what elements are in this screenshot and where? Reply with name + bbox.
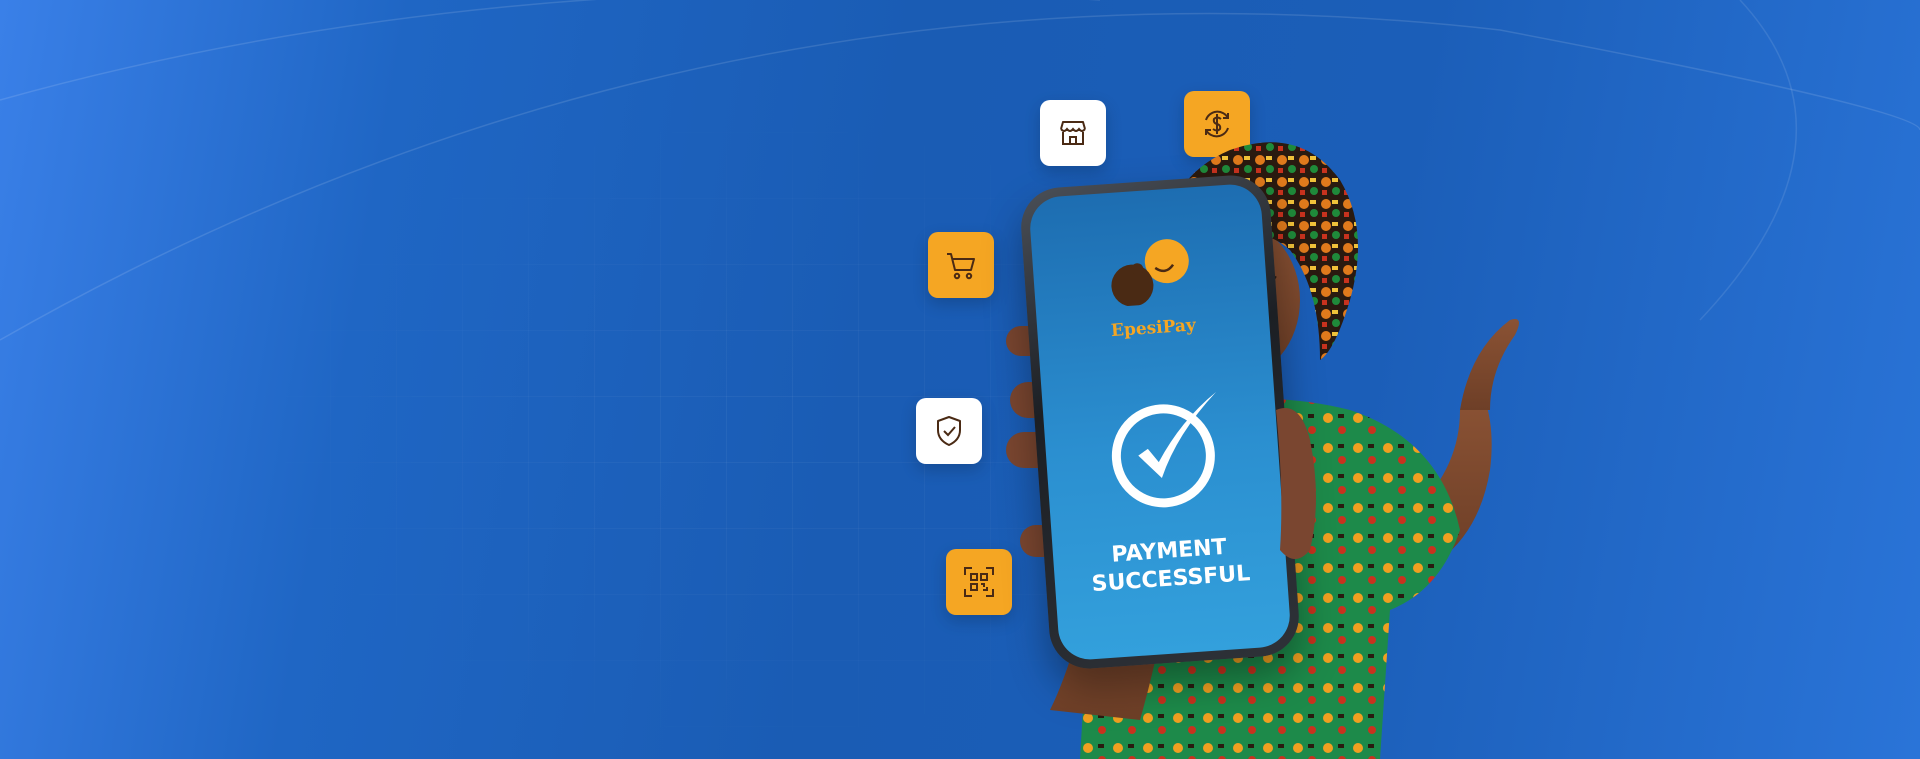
shopping-cart-tile — [928, 232, 994, 298]
checkmark-icon — [1111, 392, 1217, 508]
shield-tile — [916, 398, 982, 464]
hero-banner: EpesiPay PAYMENT SUCCESSFUL — [0, 0, 1920, 759]
phone-screen: EpesiPay PAYMENT SUCCESSFUL — [1028, 182, 1292, 662]
phone-mockup: EpesiPay PAYMENT SUCCESSFUL — [1018, 172, 1302, 672]
shield-check-icon — [937, 416, 961, 446]
epesipay-logo-icon — [1111, 239, 1189, 307]
brand-name: EpesiPay — [1110, 315, 1197, 342]
payment-status: PAYMENT SUCCESSFUL — [1052, 530, 1287, 602]
shopping-cart-icon — [947, 253, 975, 280]
thumb — [1276, 408, 1316, 559]
